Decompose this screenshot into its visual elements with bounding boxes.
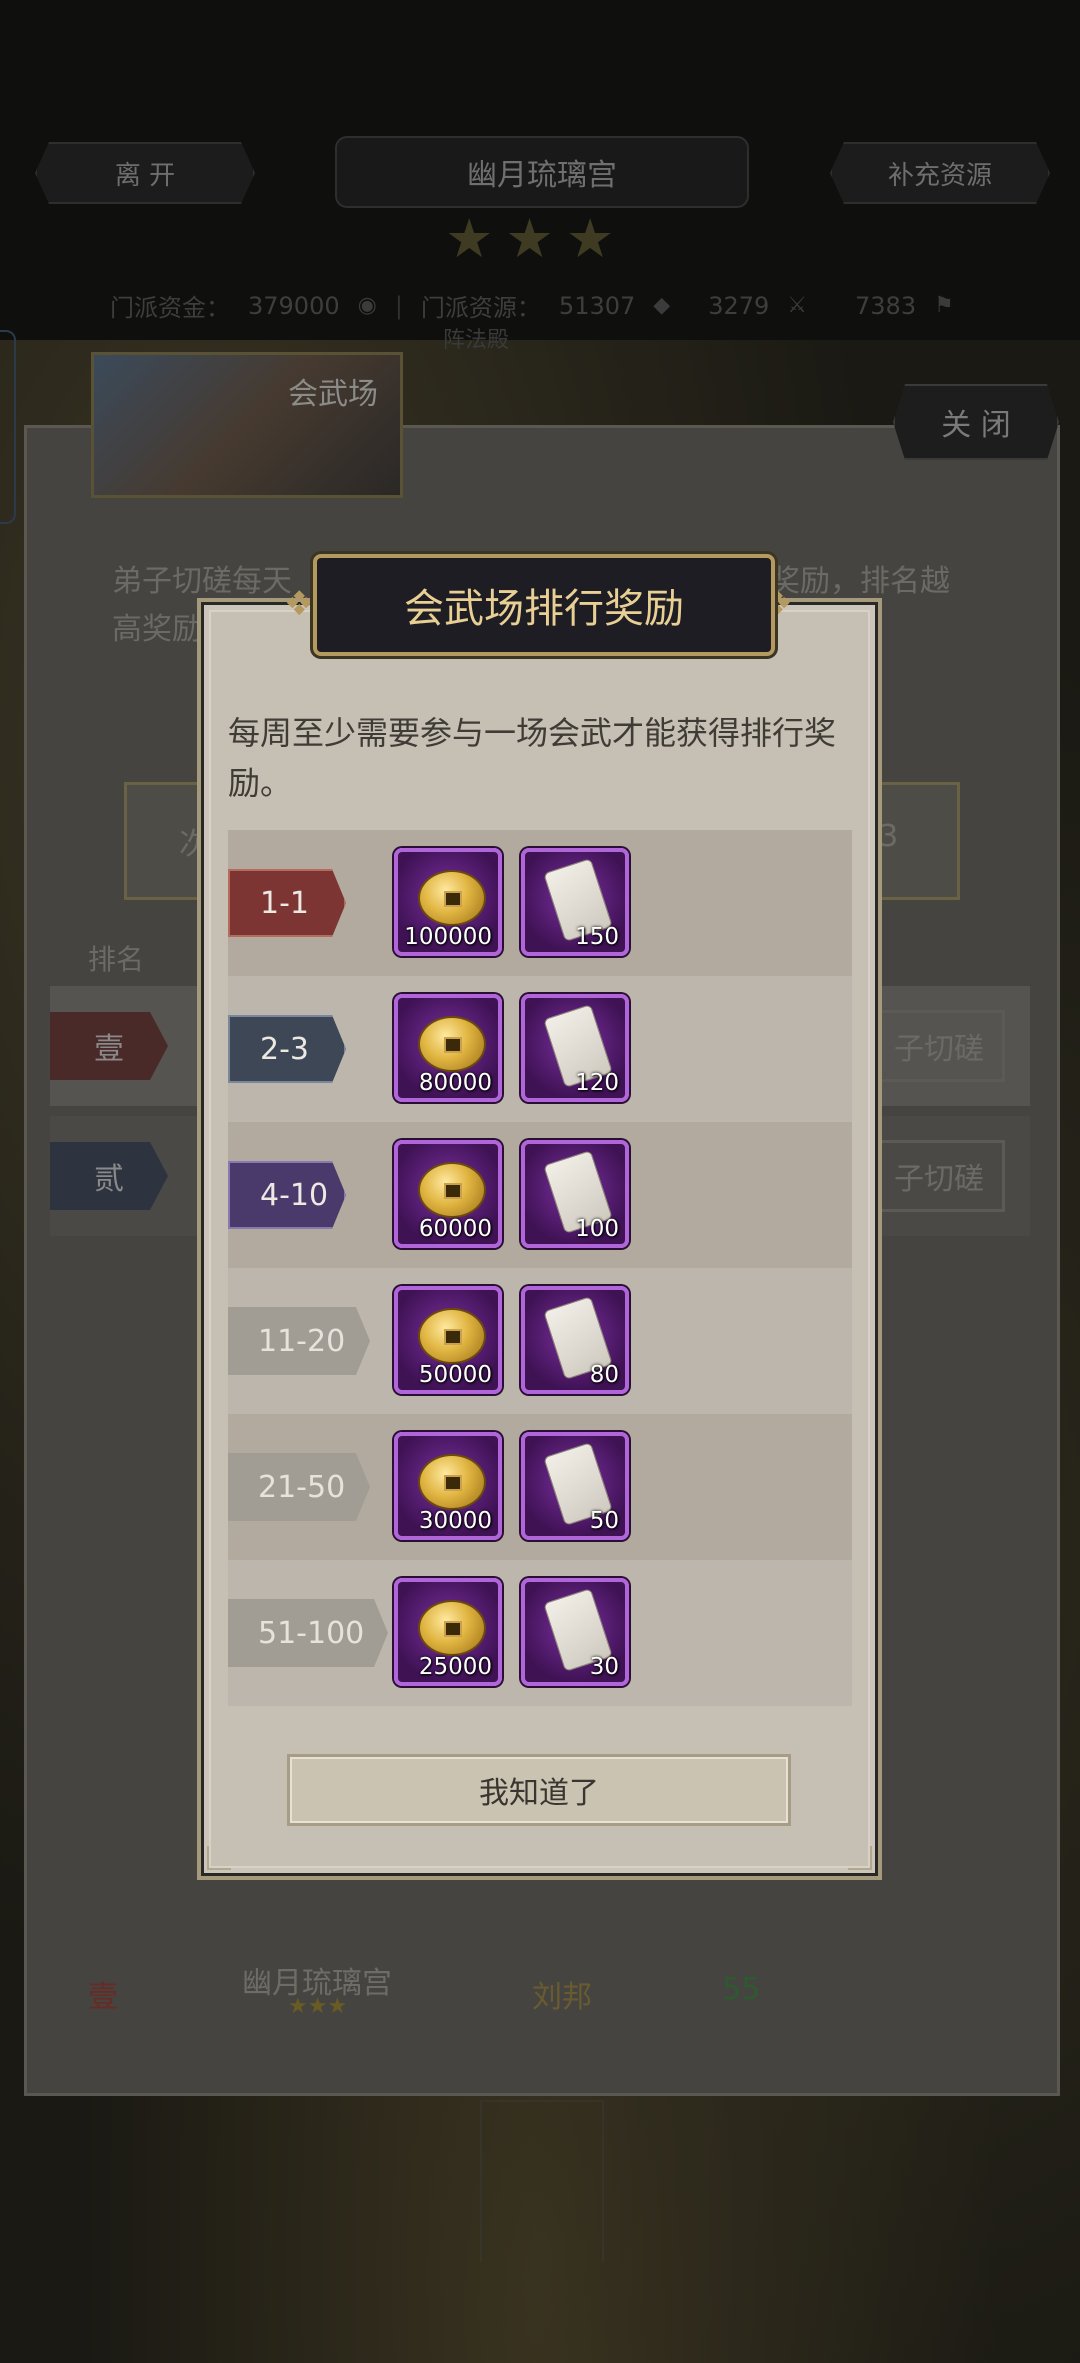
reward-row: 11-20 50000 80 <box>228 1268 852 1414</box>
coin-icon: ◉ <box>357 293 377 318</box>
resources-value: 51307 <box>558 291 636 320</box>
funds-value: 379000 <box>248 291 340 320</box>
hall-label: 阵法殿 <box>443 328 510 353</box>
copper-coin-item[interactable]: 50000 <box>394 1286 502 1394</box>
resources-label: 门派资源： <box>420 294 541 322</box>
funds-label: 门派资金： <box>110 294 230 322</box>
my-sect-leader: 刘邦 <box>532 1980 592 2015</box>
copper-coin-item[interactable]: 60000 <box>394 1140 502 1248</box>
copper-coin-item[interactable]: 30000 <box>394 1432 502 1540</box>
coin-icon <box>418 1162 486 1218</box>
stat3-value: 3279 <box>708 291 770 320</box>
replenish-button[interactable]: 补充资源 <box>830 142 1050 204</box>
scroll-item[interactable]: 50 <box>521 1432 629 1540</box>
reward-row: 21-50 30000 50 <box>228 1414 852 1560</box>
copper-coin-item[interactable]: 100000 <box>394 848 502 956</box>
rank-range-tag: 2-3 <box>228 1015 346 1083</box>
rank-range-tag: 21-50 <box>228 1453 370 1521</box>
arena-banner-label: 会武场 <box>288 377 378 412</box>
confirm-button[interactable]: 我知道了 <box>287 1754 791 1826</box>
scroll-item[interactable]: 80 <box>521 1286 629 1394</box>
my-sect-stars: ★★★ <box>288 1994 348 2019</box>
sect-stats-bar: 门派资金： 379000 ◉ | 门派资源： 51307 ◆ 3279 ⚔ 73… <box>110 288 954 323</box>
leave-button[interactable]: 离 开 <box>35 142 255 204</box>
scroll-item[interactable]: 100 <box>521 1140 629 1248</box>
sect-star-rating: ★ ★ ★ <box>445 212 614 266</box>
coin-icon <box>418 1600 486 1656</box>
reward-row: 2-3 80000 120 <box>228 976 852 1122</box>
corner-ornament <box>207 1846 231 1870</box>
title-ornament-left: ❖ <box>284 584 315 624</box>
coin-icon <box>418 870 486 926</box>
star-icon: ★ <box>445 207 494 270</box>
scroll-item[interactable]: 150 <box>521 848 629 956</box>
star-icon: ★ <box>565 207 615 270</box>
sect-name-title: 幽月琉璃宫 <box>335 136 749 208</box>
corner-ornament <box>848 1846 872 1870</box>
copper-coin-item[interactable]: 80000 <box>394 994 502 1102</box>
flag-icon: ⚑ <box>934 293 954 318</box>
my-sect-score: 55 <box>722 1972 761 2007</box>
rank-range-tag: 51-100 <box>228 1599 388 1667</box>
coin-icon <box>418 1454 486 1510</box>
arena-desc-left: 弟子切磋每天 <box>112 564 292 599</box>
coin-icon <box>418 1016 486 1072</box>
reward-row: 4-10 60000 100 <box>228 1122 852 1268</box>
arena-desc-right: 奖励，排名越 <box>770 564 950 599</box>
coin-icon <box>418 1308 486 1364</box>
rank-range-tag: 4-10 <box>228 1161 346 1229</box>
rank-header: 排名 <box>88 943 145 976</box>
divider: | <box>394 291 403 320</box>
dialog-title: 会武场排行奖励 <box>313 554 775 656</box>
sword-icon: ⚔ <box>787 293 808 318</box>
pagoda-decoration <box>480 2100 604 2262</box>
reward-row: 51-100 25000 30 <box>228 1560 852 1706</box>
side-tab[interactable] <box>0 330 16 524</box>
rank-chip: 贰 <box>50 1142 168 1210</box>
my-rank: 壹 <box>88 1980 118 2015</box>
star-icon: ★ <box>505 207 554 270</box>
rank-range-tag: 11-20 <box>228 1307 370 1375</box>
close-button[interactable]: 关 闭 <box>893 384 1059 460</box>
arena-desc-line2: 高奖励 <box>112 612 202 647</box>
reward-row: 1-1 100000 150 <box>228 830 852 976</box>
stat4-value: 7383 <box>855 291 917 320</box>
reward-notice: 每周至少需要参与一场会武才能获得排行奖励。 <box>228 714 837 802</box>
gem-icon: ◆ <box>653 293 671 318</box>
arena-banner: 会武场 <box>91 352 403 498</box>
scroll-item[interactable]: 120 <box>521 994 629 1102</box>
scroll-item[interactable]: 30 <box>521 1578 629 1686</box>
rank-range-tag: 1-1 <box>228 869 346 937</box>
rank-chip: 壹 <box>50 1012 168 1080</box>
copper-coin-item[interactable]: 25000 <box>394 1578 502 1686</box>
reward-table: 1-1 100000 150 2-3 80000 120 4-10 60000 … <box>228 830 852 1706</box>
